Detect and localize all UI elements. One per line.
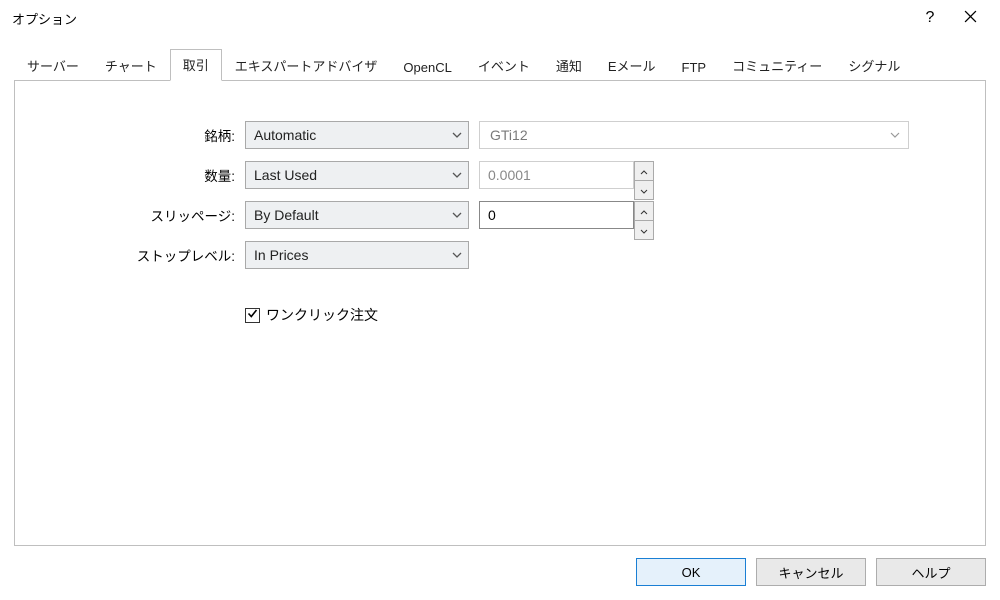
- chevron-down-icon: [452, 252, 462, 258]
- one-click-checkbox[interactable]: [245, 308, 260, 323]
- close-icon: [964, 10, 977, 26]
- tab-chart[interactable]: チャート: [92, 50, 170, 81]
- label-volume: 数量:: [45, 165, 245, 185]
- one-click-label: ワンクリック注文: [266, 305, 378, 325]
- symbol-value: GTi12: [490, 127, 528, 143]
- symbol-mode-value: Automatic: [254, 127, 316, 143]
- slippage-step-down[interactable]: [634, 220, 654, 240]
- volume-spinner: [479, 161, 654, 189]
- label-stop-level: ストップレベル:: [45, 245, 245, 265]
- tab-trade[interactable]: 取引: [170, 49, 222, 81]
- symbol-mode-select[interactable]: Automatic: [245, 121, 469, 149]
- row-volume: 数量: Last Used: [45, 161, 955, 189]
- options-dialog: オプション ? サーバー チャート 取引 エキスパートアドバイザ OpenCL …: [0, 0, 1000, 600]
- tab-notification[interactable]: 通知: [543, 50, 595, 81]
- dialog-buttons: OK キャンセル ヘルプ: [0, 546, 1000, 600]
- tab-server[interactable]: サーバー: [14, 50, 92, 81]
- chevron-down-icon: [640, 221, 648, 239]
- slippage-step-up[interactable]: [634, 201, 654, 220]
- volume-input[interactable]: [479, 161, 634, 189]
- chevron-down-icon: [452, 172, 462, 178]
- window-title: オプション: [12, 9, 77, 28]
- symbol-value-select[interactable]: GTi12: [479, 121, 909, 149]
- tab-event[interactable]: イベント: [465, 50, 543, 81]
- cancel-button[interactable]: キャンセル: [756, 558, 866, 586]
- volume-mode-select[interactable]: Last Used: [245, 161, 469, 189]
- slippage-mode-select[interactable]: By Default: [245, 201, 469, 229]
- ok-button[interactable]: OK: [636, 558, 746, 586]
- tab-email[interactable]: Eメール: [595, 50, 669, 81]
- help-button-bottom[interactable]: ヘルプ: [876, 558, 986, 586]
- tab-ftp[interactable]: FTP: [669, 54, 720, 81]
- titlebar: オプション ?: [0, 0, 1000, 36]
- slippage-spinner: [479, 201, 654, 229]
- row-one-click: ワンクリック注文: [245, 305, 955, 325]
- chevron-down-icon: [452, 212, 462, 218]
- tab-signal[interactable]: シグナル: [835, 50, 913, 81]
- label-slippage: スリッページ:: [45, 205, 245, 225]
- label-symbol: 銘柄:: [45, 125, 245, 145]
- help-button[interactable]: ?: [910, 3, 950, 33]
- tab-bar: サーバー チャート 取引 エキスパートアドバイザ OpenCL イベント 通知 …: [0, 48, 1000, 80]
- tab-community[interactable]: コミュニティー: [719, 50, 835, 81]
- row-stop-level: ストップレベル: In Prices: [45, 241, 955, 269]
- slippage-input[interactable]: [479, 201, 634, 229]
- row-symbol: 銘柄: Automatic GTi12: [45, 121, 955, 149]
- stop-level-select[interactable]: In Prices: [245, 241, 469, 269]
- chevron-up-icon: [640, 162, 648, 180]
- tab-panel-trade: 銘柄: Automatic GTi12 数量: Last Used: [14, 80, 986, 546]
- close-button[interactable]: [950, 3, 990, 33]
- tab-opencl[interactable]: OpenCL: [390, 54, 464, 81]
- row-slippage: スリッページ: By Default: [45, 201, 955, 229]
- chevron-down-icon: [640, 181, 648, 199]
- volume-step-down[interactable]: [634, 180, 654, 200]
- slippage-mode-value: By Default: [254, 207, 319, 223]
- help-icon: ?: [926, 9, 935, 27]
- tab-expert-advisor[interactable]: エキスパートアドバイザ: [222, 50, 391, 81]
- stop-level-value: In Prices: [254, 247, 308, 263]
- volume-step-up[interactable]: [634, 161, 654, 180]
- chevron-down-icon: [890, 132, 900, 138]
- volume-mode-value: Last Used: [254, 167, 317, 183]
- chevron-down-icon: [452, 132, 462, 138]
- chevron-up-icon: [640, 202, 648, 220]
- check-icon: [247, 306, 258, 324]
